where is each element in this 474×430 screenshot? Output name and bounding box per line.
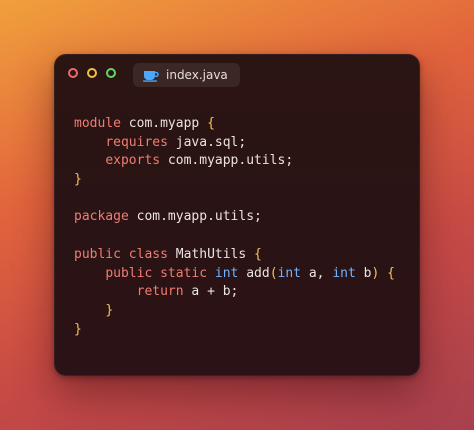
code-token: add [238,265,270,281]
code-token: requires [105,134,168,150]
code-editor[interactable]: module com.myapp { requires java.sql; ex… [74,115,395,339]
code-line: public static int add(int a, int b) { [74,265,395,284]
code-line: exports com.myapp.utils; [74,152,395,171]
coffee-cup-icon [143,71,159,82]
code-token: static [160,265,208,281]
code-token: com.myapp [120,116,208,131]
file-tab[interactable]: index.java [133,63,240,87]
code-window: index.java module com.myapp { requires j… [54,54,420,376]
code-token: java.sql; [167,134,247,150]
code-line: package com.myapp.utils; [74,208,395,227]
code-token: int [277,265,302,281]
code-token: public [105,265,153,281]
code-token: com.myapp.utils; [160,153,294,169]
minimize-button[interactable] [87,68,97,78]
code-token: } [74,321,82,337]
code-line: } [74,321,395,340]
code-token: } [74,172,82,188]
code-line: ​ [74,190,395,209]
code-token: } [105,302,114,318]
code-token: public [74,246,121,262]
code-token: { [254,246,262,262]
close-button[interactable] [68,68,78,78]
code-line: ​ [74,227,395,246]
code-token: module [74,116,121,131]
code-token: ( [269,265,278,281]
code-token: { [387,265,395,281]
code-line: public class MathUtils { [74,246,395,265]
code-token: int [214,265,239,281]
code-token: return [136,284,184,300]
code-token: { [207,116,215,131]
tab-filename: index.java [166,68,228,82]
title-bar: index.java [55,55,419,95]
code-token: a + b; [183,284,239,300]
code-token: int [332,265,356,281]
code-token: exports [105,153,161,169]
code-token: b [355,265,372,281]
code-line: } [74,302,395,321]
maximize-button[interactable] [106,68,116,78]
code-token: class [128,246,168,262]
code-token: com.myapp.utils; [128,209,262,225]
code-line: } [74,171,395,190]
code-line: requires java.sql; [74,134,395,153]
code-token: a, [301,265,333,281]
code-line: module com.myapp { [74,115,395,134]
code-token: package [74,209,129,225]
code-token: MathUtils [167,246,255,262]
code-line: return a + b; [74,283,395,302]
